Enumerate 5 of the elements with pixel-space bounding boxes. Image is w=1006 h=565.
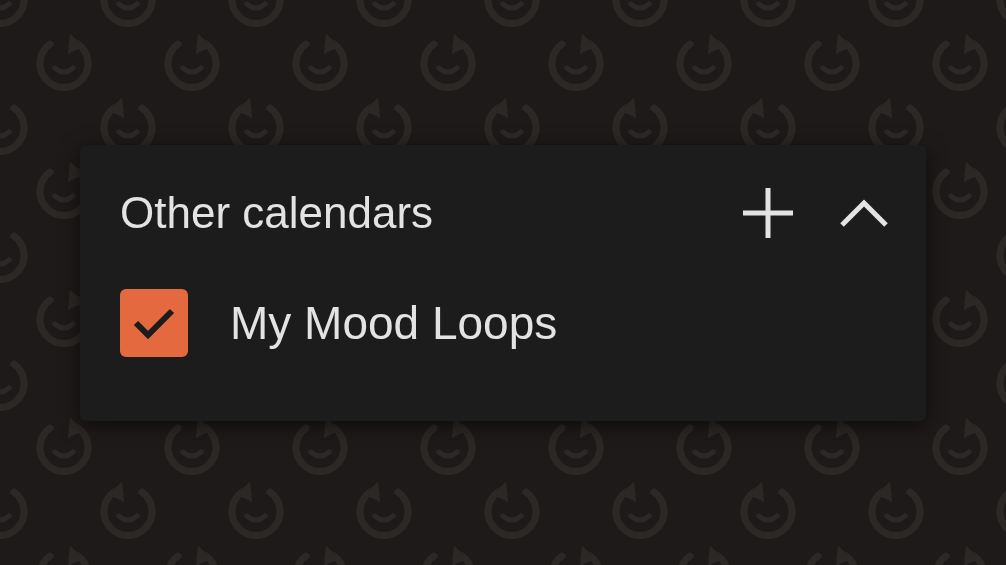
calendar-checkbox[interactable] bbox=[120, 289, 188, 357]
plus-icon bbox=[741, 186, 795, 240]
checkmark-icon bbox=[132, 306, 176, 340]
panel-title: Other calendars bbox=[120, 191, 434, 235]
chevron-up-icon bbox=[839, 198, 889, 228]
